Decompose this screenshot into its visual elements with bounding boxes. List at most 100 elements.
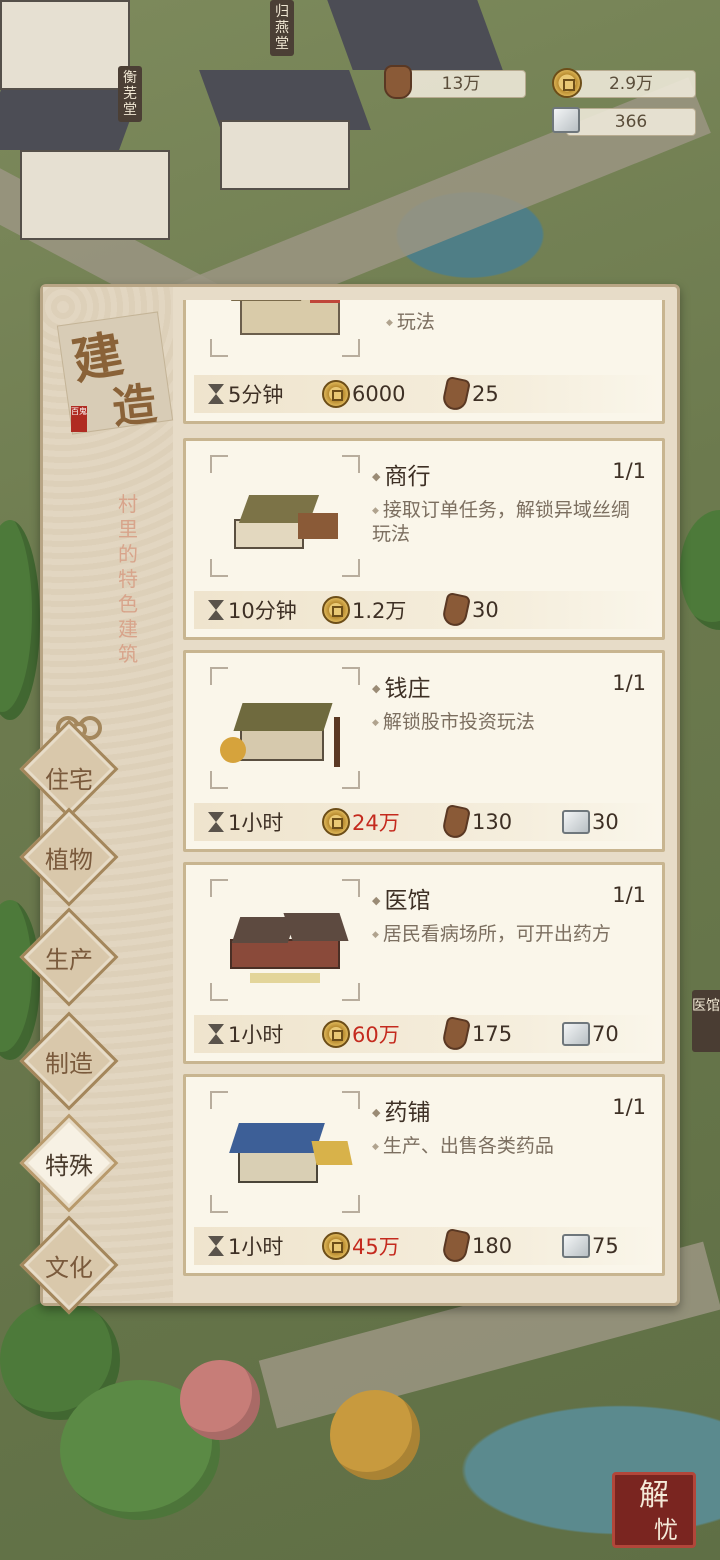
- building-name: 钱庄: [372, 669, 430, 703]
- building-card-yiguan[interactable]: 医馆 1/1 居民看病场所，可开出药方 1小时 60万 175 70: [183, 862, 665, 1064]
- wood-amount: 13万: [441, 74, 481, 94]
- building[interactable]: [0, 0, 130, 90]
- wood-log-icon: [440, 375, 472, 413]
- coin-cost: 45万: [322, 1229, 400, 1263]
- coin-resource[interactable]: 2.9万: [566, 70, 696, 98]
- coin-cost: 60万: [322, 1017, 400, 1051]
- wood-log-icon: [384, 65, 412, 99]
- building[interactable]: [220, 120, 350, 190]
- build-time-value: 1小时: [228, 1235, 284, 1259]
- stone-cost-value: 75: [592, 1234, 619, 1258]
- wood-cost: 180: [440, 1227, 513, 1265]
- coin-cost: 6000: [322, 377, 405, 411]
- stone-cost: 70: [562, 1017, 619, 1051]
- cost-row: 1小时 24万 130 30: [194, 803, 662, 841]
- build-time: 1小时: [208, 1229, 283, 1263]
- building-card[interactable]: 玩法 5分钟 6000 25: [183, 300, 665, 424]
- stone-resource[interactable]: 366: [566, 108, 696, 136]
- coin-cost: 24万: [322, 805, 400, 839]
- wood-cost: 30: [440, 591, 499, 629]
- building-card-shanghang[interactable]: 商行 1/1 接取订单任务，解锁异域丝绸玩法 10分钟 1.2万 30: [183, 438, 665, 640]
- wood-log-icon: [440, 1227, 472, 1265]
- ginkgo-tree: [330, 1390, 420, 1480]
- building[interactable]: [20, 150, 170, 240]
- stone-cost: 75: [562, 1229, 619, 1263]
- coin-cost: 1.2万: [322, 593, 406, 627]
- building-name: 商行: [372, 457, 430, 491]
- hourglass-icon: [208, 599, 224, 621]
- category-crafting[interactable]: 制造: [19, 1011, 119, 1111]
- category-production[interactable]: 生产: [19, 907, 119, 1007]
- build-time-value: 1小时: [228, 811, 284, 835]
- building-desc: 接取订单任务，解锁异域丝绸玩法: [372, 499, 642, 546]
- wood-cost: 25: [440, 375, 499, 413]
- building-image: [210, 455, 360, 577]
- panel-seal: 百鬼: [71, 406, 87, 432]
- building-count: 1/1: [612, 1095, 646, 1119]
- stone-amount: 366: [614, 112, 648, 132]
- category-label: 文化: [45, 1253, 93, 1282]
- building-card-yaopu[interactable]: 药铺 1/1 生产、出售各类药品 1小时 45万 180 75: [183, 1074, 665, 1276]
- building-image: [210, 879, 360, 1001]
- wood-cost: 175: [440, 1015, 512, 1053]
- hourglass-icon: [208, 811, 224, 833]
- wood-cost-value: 130: [472, 810, 513, 834]
- building-image: [210, 1091, 360, 1213]
- stone-block-icon: [562, 1022, 590, 1046]
- wood-cost-value: 25: [472, 382, 499, 406]
- build-time-value: 1小时: [228, 1023, 284, 1047]
- copper-coin-icon: [322, 1020, 350, 1048]
- category-culture[interactable]: 文化: [19, 1215, 119, 1315]
- stone-cost-value: 70: [592, 1022, 619, 1046]
- coin-cost-value: 45万: [352, 1235, 400, 1259]
- panel-subtitle: 村里的特色建筑: [118, 492, 138, 666]
- copper-coin-icon: [322, 380, 350, 408]
- wood-cost-value: 180: [472, 1234, 513, 1258]
- coin-cost-value: 1.2万: [352, 599, 407, 623]
- tree: [680, 510, 720, 630]
- copper-coin-icon: [552, 68, 582, 98]
- stamp-char-1: 解: [639, 1478, 669, 1513]
- cost-row: 5分钟 6000 25: [194, 375, 662, 413]
- building-image: [210, 667, 360, 789]
- wood-cost-value: 30: [472, 598, 499, 622]
- copper-coin-icon: [322, 808, 350, 836]
- hourglass-icon: [208, 1235, 224, 1257]
- stone-block-icon: [562, 810, 590, 834]
- category-housing[interactable]: 住宅: [19, 719, 119, 819]
- building-list[interactable]: 玩法 5分钟 6000 25 商行 1/: [183, 300, 665, 1290]
- copper-coin-icon: [322, 596, 350, 624]
- wood-cost: 130: [440, 803, 513, 841]
- coin-cost-value: 24万: [352, 811, 400, 835]
- stone-cost: 30: [562, 805, 619, 839]
- jieyou-stamp-button[interactable]: 解 忧: [612, 1472, 696, 1548]
- build-time-value: 10分钟: [228, 599, 297, 623]
- category-label: 制造: [45, 1049, 93, 1078]
- coin-amount: 2.9万: [608, 74, 654, 94]
- build-time: 1小时: [208, 805, 283, 839]
- building-name: 医馆: [372, 881, 430, 915]
- category-plants[interactable]: 植物: [19, 807, 119, 907]
- building-count: 1/1: [612, 671, 646, 695]
- hourglass-icon: [208, 1023, 224, 1045]
- building-desc: 居民看病场所，可开出药方: [372, 923, 642, 947]
- category-label: 特殊: [45, 1151, 93, 1180]
- build-time: 5分钟: [208, 377, 283, 411]
- stone-block-icon: [552, 107, 580, 133]
- category-label: 生产: [45, 945, 93, 974]
- build-time: 10分钟: [208, 593, 297, 627]
- wood-resource[interactable]: 13万: [396, 70, 526, 98]
- building-name: 药铺: [372, 1093, 430, 1127]
- category-label: 住宅: [45, 765, 93, 794]
- wood-log-icon: [440, 1015, 472, 1053]
- map-sign-guiyan[interactable]: 归燕堂: [270, 0, 294, 56]
- build-time: 1小时: [208, 1017, 283, 1051]
- building-image: [210, 300, 360, 357]
- build-time-value: 5分钟: [228, 383, 284, 407]
- map-sign-yiguan[interactable]: 医馆: [692, 990, 720, 1052]
- building-desc: 生产、出售各类药品: [372, 1135, 642, 1159]
- map-sign-hengwu[interactable]: 衡芜堂: [118, 66, 142, 122]
- hourglass-icon: [208, 383, 224, 405]
- building-card-qianzhuang[interactable]: 钱庄 1/1 解锁股市投资玩法 1小时 24万 130 30: [183, 650, 665, 852]
- category-special[interactable]: 特殊: [19, 1113, 119, 1213]
